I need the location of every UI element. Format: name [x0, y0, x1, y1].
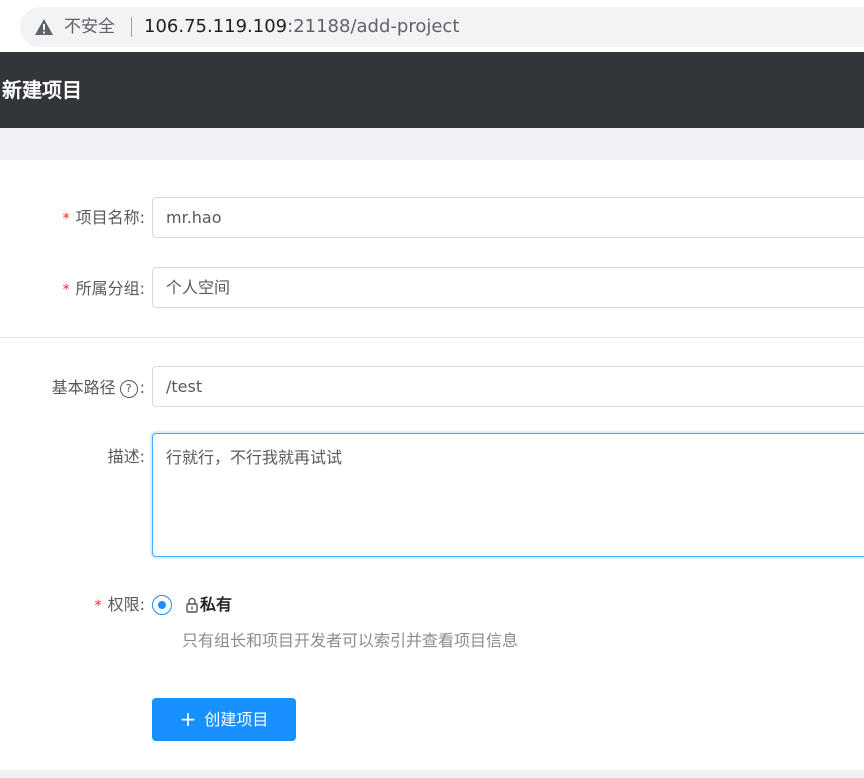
url-path: :21188/add-project [287, 16, 460, 37]
section-divider [0, 337, 864, 338]
add-project-form: * 项目名称: * 所属分组: 个人空间 基本路径?: 描述: 行就行，不行我就再试… [0, 160, 864, 770]
security-status-label[interactable]: 不安全 [64, 16, 115, 38]
description-textarea[interactable]: 行就行，不行我就再试试 [152, 433, 864, 557]
project-name-label-text: 项目名称: [75, 208, 145, 227]
base-path-label-text: 基本路径 [51, 378, 116, 397]
url-omnibox[interactable]: 不安全 106.75.119.109:21188/add-project [20, 7, 864, 47]
base-path-colon: : [139, 378, 145, 397]
private-option-label[interactable]: 私有 [200, 593, 232, 617]
required-mark: * [62, 282, 70, 298]
group-select-value: 个人空间 [166, 278, 231, 297]
description-label: 描述: [0, 445, 145, 469]
permission-label-text: 权限: [107, 595, 145, 614]
page-title: 新建项目 [2, 78, 82, 102]
project-name-label: * 项目名称: [0, 206, 145, 231]
plus-icon: + [179, 707, 197, 731]
group-select[interactable]: 个人空间 [152, 267, 864, 308]
required-mark: * [62, 211, 70, 227]
private-radio[interactable] [152, 595, 172, 615]
required-mark: * [94, 598, 102, 614]
address-separator [131, 17, 132, 37]
project-name-input[interactable] [152, 197, 864, 238]
create-project-button[interactable]: + 创建项目 [152, 698, 296, 741]
create-project-button-label: 创建项目 [204, 710, 269, 729]
private-option-description: 只有组长和项目开发者可以索引并查看项目信息 [182, 631, 519, 650]
url-text[interactable]: 106.75.119.109:21188/add-project [144, 15, 459, 39]
base-path-label: 基本路径?: [0, 376, 145, 400]
warning-icon[interactable] [34, 18, 54, 36]
url-host: 106.75.119.109 [144, 16, 288, 37]
browser-address-bar: 不安全 106.75.119.109:21188/add-project [0, 0, 864, 52]
description-label-text: 描述: [107, 447, 145, 466]
base-path-input[interactable] [152, 366, 864, 407]
app-header: 新建项目 [0, 52, 864, 128]
group-label-text: 所属分组: [75, 279, 145, 298]
help-icon[interactable]: ? [119, 380, 138, 398]
lock-icon [186, 597, 198, 613]
permission-label: * 权限: [0, 593, 145, 618]
group-label: * 所属分组: [0, 277, 145, 302]
